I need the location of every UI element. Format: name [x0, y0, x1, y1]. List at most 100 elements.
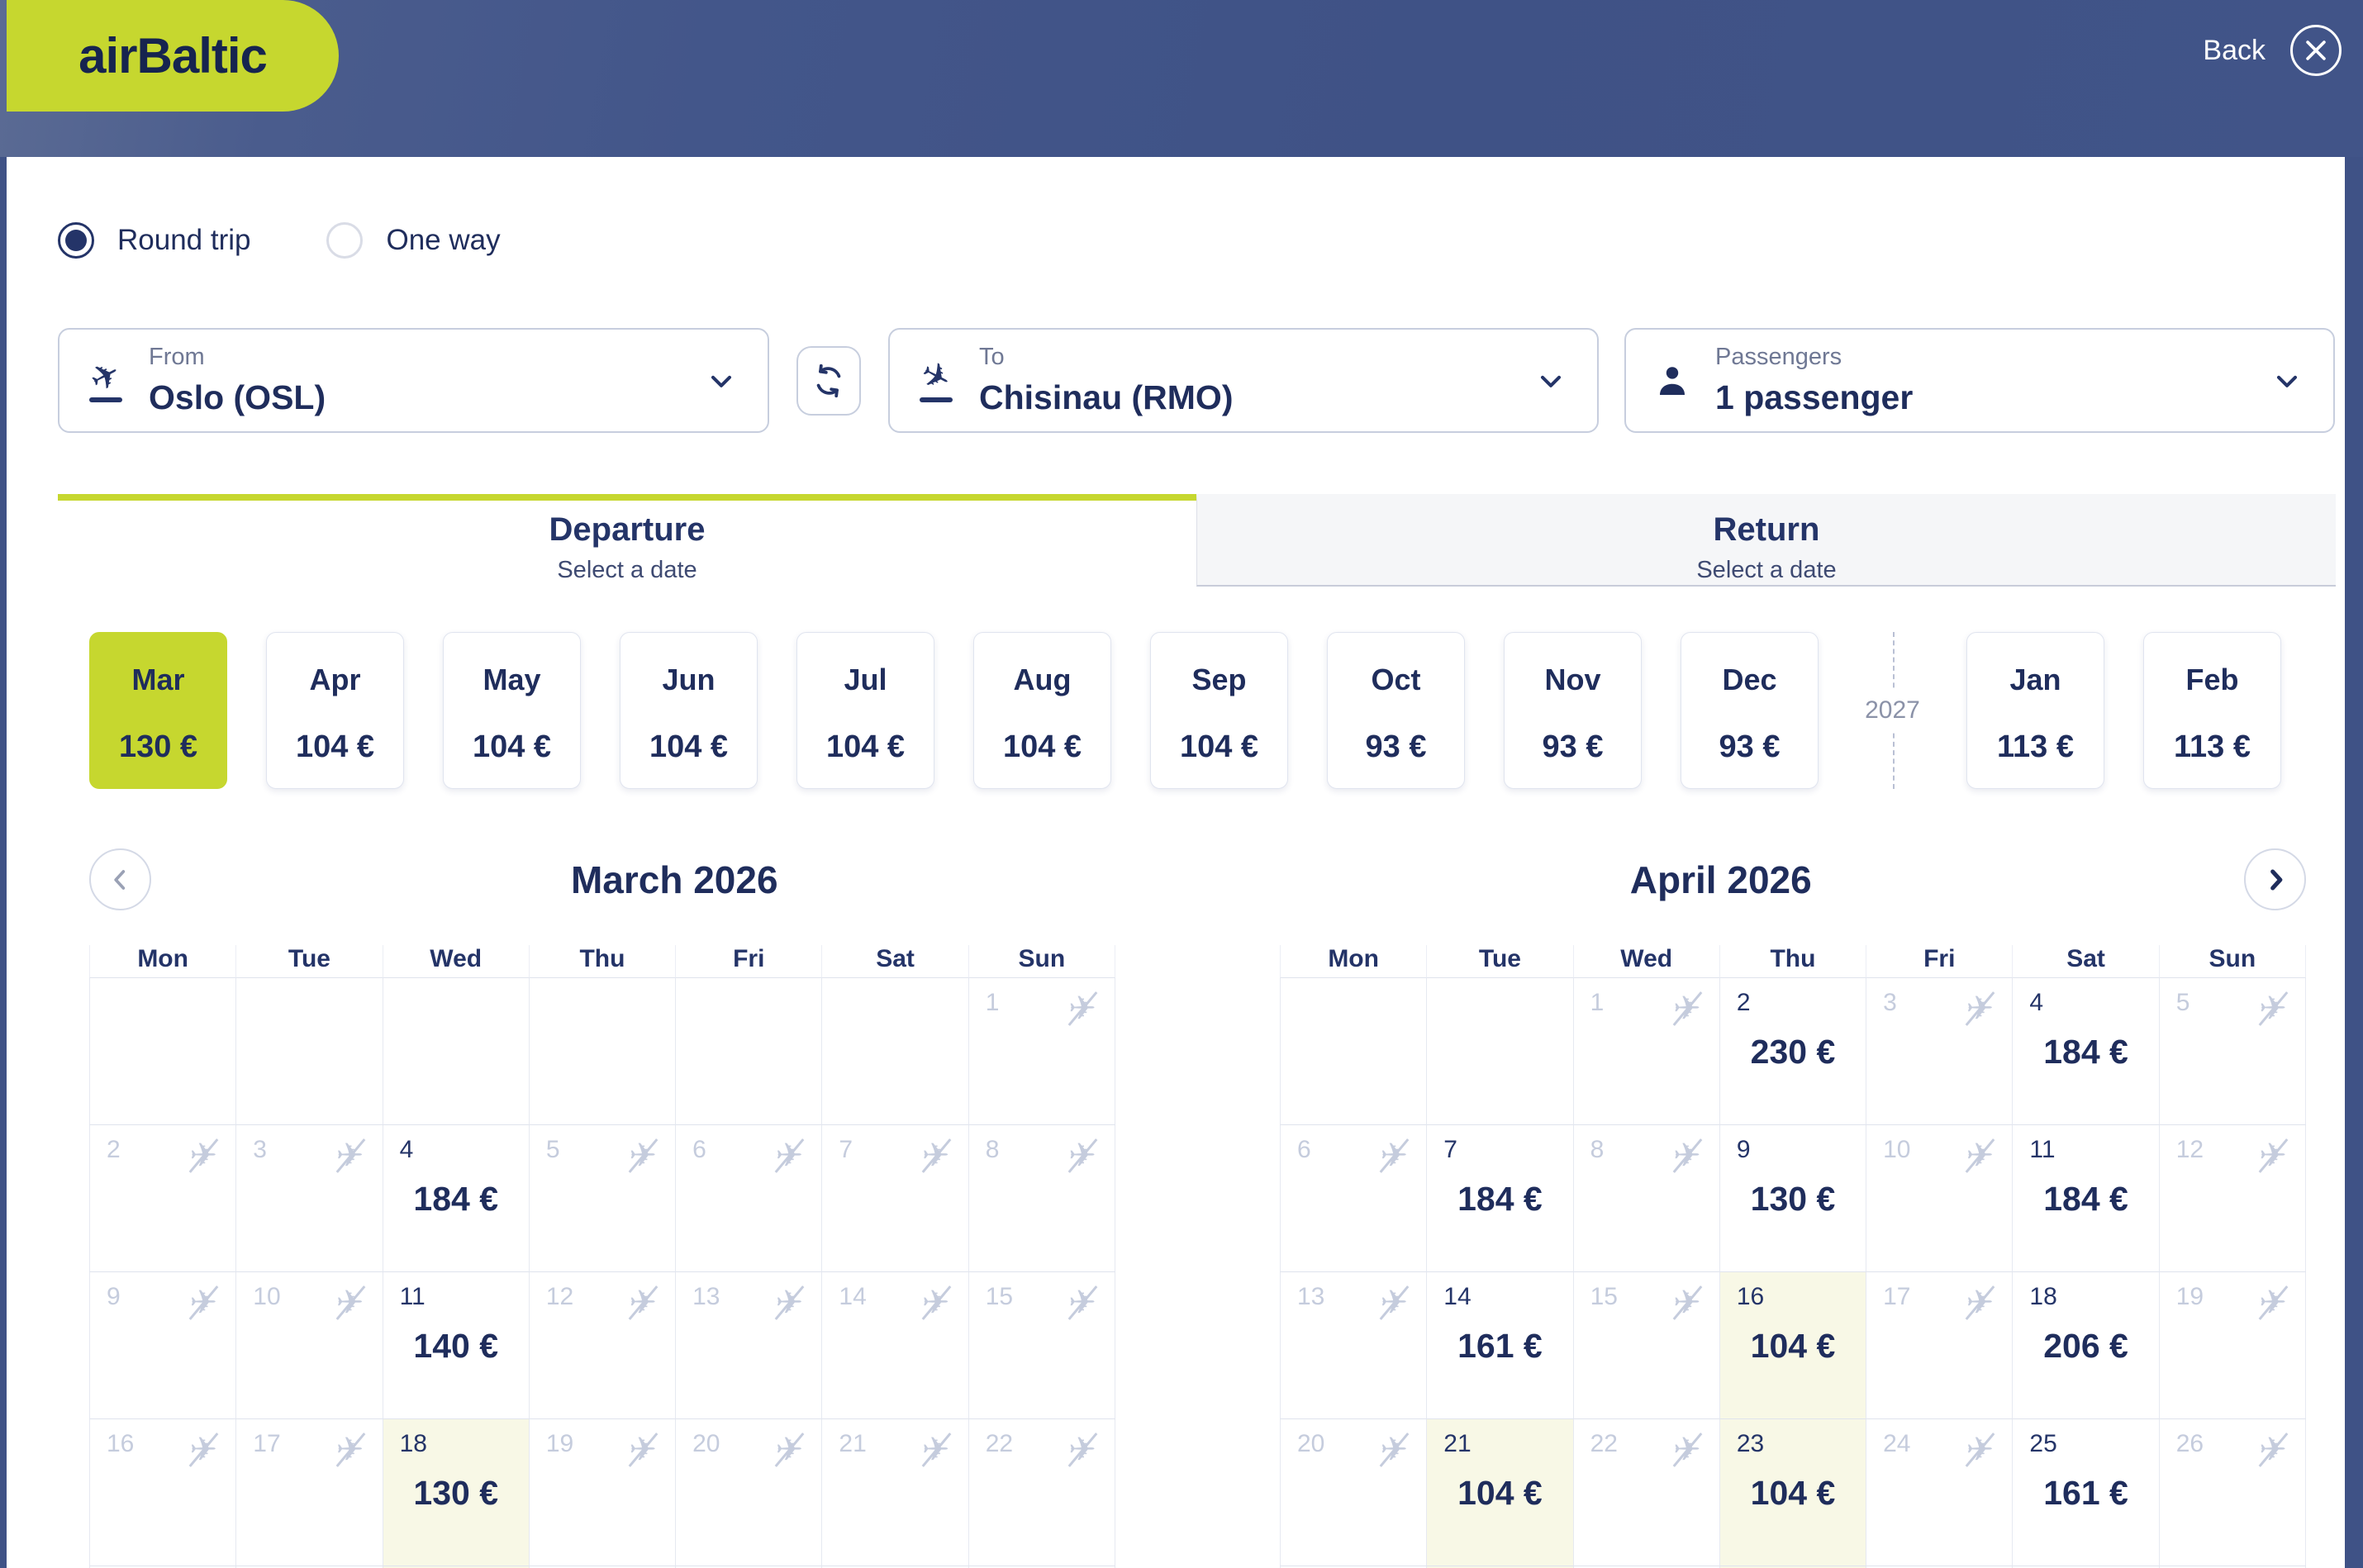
calendar-day-available[interactable]: 4184 €: [383, 1125, 530, 1272]
weekday-label: Fri: [676, 945, 822, 978]
calendar-day-unavailable: 20✈: [1280, 1419, 1427, 1566]
month-pill-label: Jun: [662, 663, 715, 697]
calendar-day-unavailable: 1✈: [969, 978, 1115, 1125]
day-number: 12: [2176, 1136, 2204, 1164]
month-pill-jan[interactable]: Jan113 €: [1966, 632, 2104, 789]
calendar-day-available[interactable]: 18130 €: [383, 1419, 530, 1566]
calendar-day-available[interactable]: 23104 €: [1720, 1419, 1866, 1566]
calendar-day-available[interactable]: 9130 €: [1720, 1125, 1866, 1272]
chevron-down-icon: [1534, 364, 1567, 397]
chevron-right-icon: [2259, 863, 2292, 896]
calendar-day-available[interactable]: 21104 €: [1427, 1419, 1573, 1566]
calendar-day-unavailable: 10✈: [236, 1272, 383, 1419]
day-number: 4: [2029, 989, 2043, 1017]
calendar-day-empty: [676, 978, 822, 1125]
to-label: To: [979, 344, 1233, 371]
calendar-day-available[interactable]: 4184 €: [2013, 978, 2159, 1125]
no-flight-icon: ✈: [624, 1431, 662, 1469]
passengers-field[interactable]: Passengers 1 passenger: [1624, 328, 2335, 433]
month-pill-oct[interactable]: Oct93 €: [1327, 632, 1465, 789]
calendar-day-unavailable: 17✈: [1866, 1272, 2013, 1419]
tab-return[interactable]: Return Select a date: [1196, 494, 2336, 587]
swap-direction-button[interactable]: [796, 346, 861, 416]
tab-departure[interactable]: Departure Select a date: [58, 494, 1196, 587]
calendar-day-unavailable: 20✈: [676, 1419, 822, 1566]
departure-tab-title: Departure: [549, 511, 706, 549]
calendar-day-unavailable: 16✈: [89, 1419, 236, 1566]
calendar-day-unavailable: 10✈: [1866, 1125, 2013, 1272]
month-pill-may[interactable]: May104 €: [443, 632, 581, 789]
month-pill-dec[interactable]: Dec93 €: [1681, 632, 1819, 789]
next-month-button[interactable]: [2244, 848, 2306, 910]
calendar-day-empty: [1280, 978, 1427, 1125]
day-price: 206 €: [2013, 1327, 2158, 1366]
no-flight-icon: ✈: [917, 1431, 955, 1469]
calendar-grid-right: MonTueWedThuFriSatSun1✈2230 €3✈4184 €5✈6…: [1280, 945, 2306, 1568]
day-price: 184 €: [2013, 1180, 2158, 1219]
from-field[interactable]: ✈ From Oslo (OSL): [58, 328, 769, 433]
month-pill-sep[interactable]: Sep104 €: [1150, 632, 1288, 789]
calendar-day-available[interactable]: 16104 €: [1720, 1272, 1866, 1419]
day-number: 21: [839, 1430, 866, 1458]
day-number: 20: [692, 1430, 720, 1458]
month-pill-mar[interactable]: Mar130 €: [89, 632, 227, 789]
no-flight-icon: ✈: [331, 1431, 369, 1469]
calendar-day-unavailable: 15✈: [969, 1272, 1115, 1419]
radio-circle: [58, 222, 94, 259]
calendar-day-unavailable: 26✈: [2160, 1419, 2306, 1566]
one-way-radio[interactable]: One way: [326, 222, 500, 259]
calendar-day-available[interactable]: 11140 €: [383, 1272, 530, 1419]
day-price: 161 €: [1427, 1327, 1572, 1366]
no-flight-icon: ✈: [770, 1137, 808, 1175]
month-pill-jul[interactable]: Jul104 €: [796, 632, 934, 789]
close-button[interactable]: [2290, 25, 2342, 76]
day-number: 14: [1443, 1283, 1471, 1311]
day-number: 19: [546, 1430, 573, 1458]
day-number: 12: [546, 1283, 573, 1311]
round-trip-radio[interactable]: Round trip: [58, 222, 250, 259]
close-icon: [2302, 36, 2330, 64]
calendar-day-available[interactable]: 18206 €: [2013, 1272, 2159, 1419]
calendar-grid-left: MonTueWedThuFriSatSun1✈2✈3✈4184 €5✈6✈7✈8…: [89, 945, 1115, 1568]
day-number: 11: [400, 1283, 426, 1311]
day-number: 17: [253, 1430, 280, 1458]
calendar-day-unavailable: 13✈: [1280, 1272, 1427, 1419]
no-flight-icon: ✈: [2254, 1431, 2292, 1469]
calendar-day-available[interactable]: 7184 €: [1427, 1125, 1573, 1272]
calendar-day-unavailable: 15✈: [1574, 1272, 1720, 1419]
calendar-day-available[interactable]: 14 161 €: [1427, 1272, 1573, 1419]
month-pill-feb[interactable]: Feb113 €: [2143, 632, 2281, 789]
calendar-day-empty: [89, 978, 236, 1125]
day-number: 9: [107, 1283, 121, 1311]
calendar-grids: MonTueWedThuFriSatSun1✈2✈3✈4184 €5✈6✈7✈8…: [89, 945, 2306, 1568]
calendar-day-unavailable: 9✈: [89, 1272, 236, 1419]
airbaltic-logo: airBaltic: [7, 0, 339, 112]
month-pill-jun[interactable]: Jun104 €: [620, 632, 758, 789]
weekday-label: Thu: [1720, 945, 1866, 978]
prev-month-button[interactable]: [89, 848, 151, 910]
day-price: 104 €: [1720, 1327, 1866, 1366]
calendar-day-available[interactable]: 11184 €: [2013, 1125, 2159, 1272]
day-number: 1: [1590, 989, 1605, 1017]
day-number: 18: [400, 1430, 427, 1458]
no-flight-icon: ✈: [1063, 1137, 1101, 1175]
day-price: 161 €: [2013, 1474, 2158, 1513]
date-tabs: Departure Select a date Return Select a …: [58, 494, 2336, 587]
day-number: 13: [692, 1283, 720, 1311]
month-pill-price: 93 €: [1543, 729, 1604, 765]
back-button[interactable]: Back: [2203, 35, 2266, 67]
to-field[interactable]: ✈ To Chisinau (RMO): [888, 328, 1599, 433]
month-pill-label: May: [483, 663, 540, 697]
year-divider-label: 2027: [1863, 688, 1922, 733]
calendar-day-empty: [383, 978, 530, 1125]
calendar-day-available[interactable]: 25161 €: [2013, 1419, 2159, 1566]
day-number: 9: [1737, 1136, 1751, 1164]
weekday-header-row: MonTueWedThuFriSatSun: [89, 945, 1115, 978]
calendar-day-available[interactable]: 2230 €: [1720, 978, 1866, 1125]
month-pill-apr[interactable]: Apr104 €: [266, 632, 404, 789]
month-pill-label: Aug: [1014, 663, 1072, 697]
calendar-day-unavailable: 5✈: [2160, 978, 2306, 1125]
no-flight-icon: ✈: [1668, 1284, 1706, 1322]
month-pill-aug[interactable]: Aug104 €: [973, 632, 1111, 789]
month-pill-nov[interactable]: Nov93 €: [1504, 632, 1642, 789]
